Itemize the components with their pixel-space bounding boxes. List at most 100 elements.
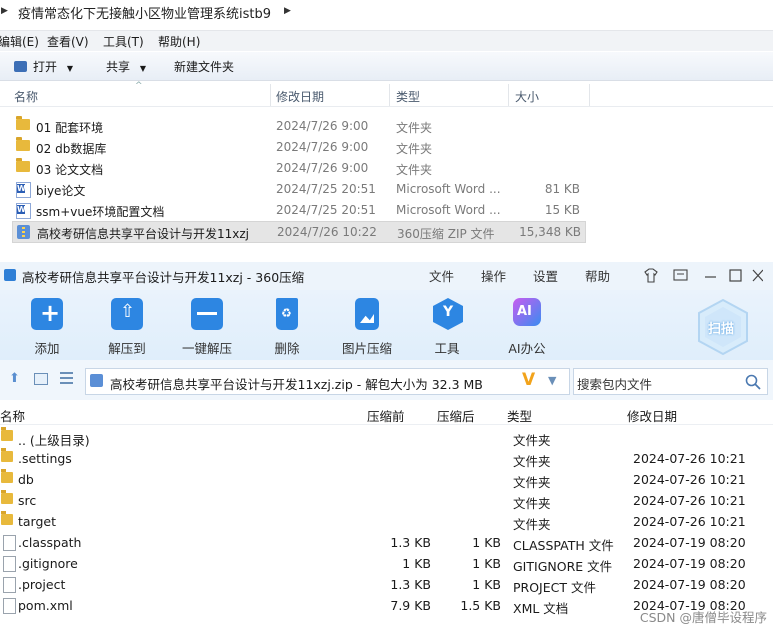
folder-icon	[1, 469, 13, 483]
archive-name: .settings	[18, 451, 72, 466]
folder-icon	[1, 448, 13, 462]
tools-button[interactable]: Y 工具	[412, 294, 482, 356]
file-row[interactable]: 02 db数据库 2024/7/26 9:00 文件夹	[12, 137, 584, 157]
file-name: 01 配套环境	[36, 121, 104, 135]
menu-operate[interactable]: 操作	[481, 266, 506, 285]
archive-after: 1 KB	[472, 535, 501, 550]
archive-type: CLASSPATH 文件	[513, 538, 614, 553]
menu-help[interactable]: 帮助(H)	[158, 33, 200, 50]
menu-bar: 编辑(E) 查看(V) 工具(T) 帮助(H)	[0, 30, 773, 51]
menu-view[interactable]: 查看(V)	[47, 33, 89, 50]
archive-modified: 2024-07-26 10:21	[633, 472, 746, 487]
col-modified[interactable]: 修改日期	[276, 88, 324, 105]
zip-icon	[17, 225, 30, 239]
search-input[interactable]: 搜索包内文件	[577, 374, 652, 393]
new-folder-button[interactable]: 新建文件夹	[174, 58, 234, 75]
col-name[interactable]: 名称	[0, 406, 25, 425]
one-click-extract-button[interactable]: 一键解压	[172, 294, 242, 356]
file-row[interactable]: 01 配套环境 2024/7/26 9:00 文件夹	[12, 116, 584, 136]
folder-icon	[1, 490, 13, 504]
dropdown-arrow-icon[interactable]: ▼	[548, 374, 556, 387]
add-icon: +	[31, 298, 63, 330]
open-icon	[14, 61, 27, 72]
app-logo-icon	[4, 269, 16, 281]
archive-name: .project	[18, 577, 66, 592]
skin-icon[interactable]	[644, 268, 658, 283]
feedback-icon[interactable]	[673, 269, 688, 281]
menu-help[interactable]: 帮助	[585, 266, 610, 285]
xml-file-icon	[3, 598, 16, 614]
archive-type: 文件夹	[513, 433, 551, 448]
up-arrow-icon[interactable]: ⬆	[9, 371, 20, 386]
maximize-icon[interactable]	[729, 269, 742, 282]
archive-row[interactable]: target 文件夹 2024-07-26 10:21	[0, 511, 773, 532]
address-crumb[interactable]: 疫情常态化下无接触小区物业管理系统istb9	[18, 3, 271, 22]
col-name[interactable]: 名称	[14, 88, 38, 105]
file-name: 02 db数据库	[36, 142, 107, 156]
file-row[interactable]: 03 论文文档 2024/7/26 9:00 文件夹	[12, 158, 584, 178]
col-type[interactable]: 类型	[507, 406, 532, 425]
archive-modified: 2024-07-19 08:20	[633, 556, 746, 571]
list-view-icon[interactable]	[60, 372, 73, 384]
file-type: Microsoft Word ...	[396, 182, 501, 196]
window-controls	[644, 268, 763, 283]
file-explorer-window: ▶ 疫情常态化下无接触小区物业管理系统istb9 ▶ 编辑(E) 查看(V) 工…	[0, 0, 773, 262]
dropdown-arrow-icon: ▼	[139, 64, 146, 73]
menu-tools[interactable]: 工具(T)	[103, 33, 144, 50]
archive-row[interactable]: .project 1.3 KB 1 KB PROJECT 文件 2024-07-19 0…	[0, 574, 773, 595]
file-row[interactable]: 高校考研信息共享平台设计与开发11xzj 2024/7/26 10:22 360压缩…	[12, 221, 586, 243]
archive-name: db	[18, 472, 34, 487]
navigation-bar: ⬆ 高校考研信息共享平台设计与开发11xzj.zip - 解包大小为 32.3 …	[0, 360, 773, 400]
archive-modified: 2024-07-26 10:21	[633, 451, 746, 466]
col-compressed-after[interactable]: 压缩后	[437, 406, 475, 425]
col-size[interactable]: 大小	[515, 88, 539, 105]
column-divider	[389, 84, 390, 106]
file-size: 15 KB	[544, 203, 580, 217]
search-icon[interactable]	[745, 374, 761, 390]
archive-row[interactable]: .. (上级目录) 文件夹	[0, 427, 773, 448]
file-row[interactable]: ssm+vue环境配置文档 2024/7/25 20:51 Microsoft Wo…	[12, 200, 584, 220]
archive-type: XML 文档	[513, 601, 569, 616]
ai-office-button[interactable]: AI AI办公	[492, 294, 562, 356]
col-modified[interactable]: 修改日期	[627, 406, 677, 425]
open-button[interactable]: 打开 ▼	[14, 58, 73, 75]
menu-file[interactable]: 文件	[429, 266, 454, 285]
v-logo-icon[interactable]: V	[522, 370, 535, 390]
file-row[interactable]: biye论文 2024/7/25 20:51 Microsoft Word ... 8…	[12, 179, 584, 199]
archive-type: 文件夹	[513, 517, 551, 532]
search-box[interactable]: 搜索包内文件	[573, 368, 768, 395]
file-name: biye论文	[36, 184, 86, 198]
archive-row[interactable]: src 文件夹 2024-07-26 10:21	[0, 490, 773, 511]
menu-settings[interactable]: 设置	[533, 266, 558, 285]
file-type: 360压缩 ZIP 文件	[397, 227, 495, 241]
share-button[interactable]: 共享 ▼	[106, 58, 146, 75]
sort-up-icon: ^	[135, 81, 143, 91]
scan-button[interactable]: 扫描	[694, 298, 752, 356]
folder-icon	[1, 427, 13, 441]
file-modified: 2024/7/25 20:51	[276, 182, 376, 196]
add-button[interactable]: + 添加	[12, 294, 82, 356]
archive-before: 7.9 KB	[390, 598, 431, 613]
col-compressed-before[interactable]: 压缩前	[367, 406, 405, 425]
delete-button[interactable]: ♻ 删除	[252, 294, 322, 356]
chevron-right-icon[interactable]: ▶	[284, 6, 291, 16]
archive-row[interactable]: db 文件夹 2024-07-26 10:21	[0, 469, 773, 490]
thumbnail-view-icon[interactable]	[34, 373, 48, 385]
archive-row[interactable]: .gitignore 1 KB 1 KB GITIGNORE 文件 2024-07-19…	[0, 553, 773, 574]
address-bar[interactable]: ▶ 疫情常态化下无接触小区物业管理系统istb9 ▶	[0, 0, 773, 22]
archive-row[interactable]: .classpath 1.3 KB 1 KB CLASSPATH 文件 2024-07-…	[0, 532, 773, 553]
column-divider	[270, 84, 271, 106]
close-icon[interactable]	[752, 269, 763, 282]
archive-name: pom.xml	[18, 598, 73, 613]
quick-extract-icon	[191, 298, 223, 330]
word-doc-icon	[16, 203, 31, 219]
image-compress-button[interactable]: 图片压缩	[332, 294, 402, 356]
menu-edit[interactable]: 编辑(E)	[0, 33, 39, 50]
archive-modified: 2024-07-19 08:20	[633, 535, 746, 550]
archive-path-box[interactable]: 高校考研信息共享平台设计与开发11xzj.zip - 解包大小为 32.3 MB…	[85, 368, 570, 395]
title-bar: 高校考研信息共享平台设计与开发11xzj - 360压缩 文件 操作 设置 帮助	[0, 262, 773, 290]
archive-row[interactable]: .settings 文件夹 2024-07-26 10:21	[0, 448, 773, 469]
col-type[interactable]: 类型	[396, 88, 420, 105]
archive-name: .classpath	[18, 535, 82, 550]
extract-to-button[interactable]: ⇧ 解压到	[92, 294, 162, 356]
